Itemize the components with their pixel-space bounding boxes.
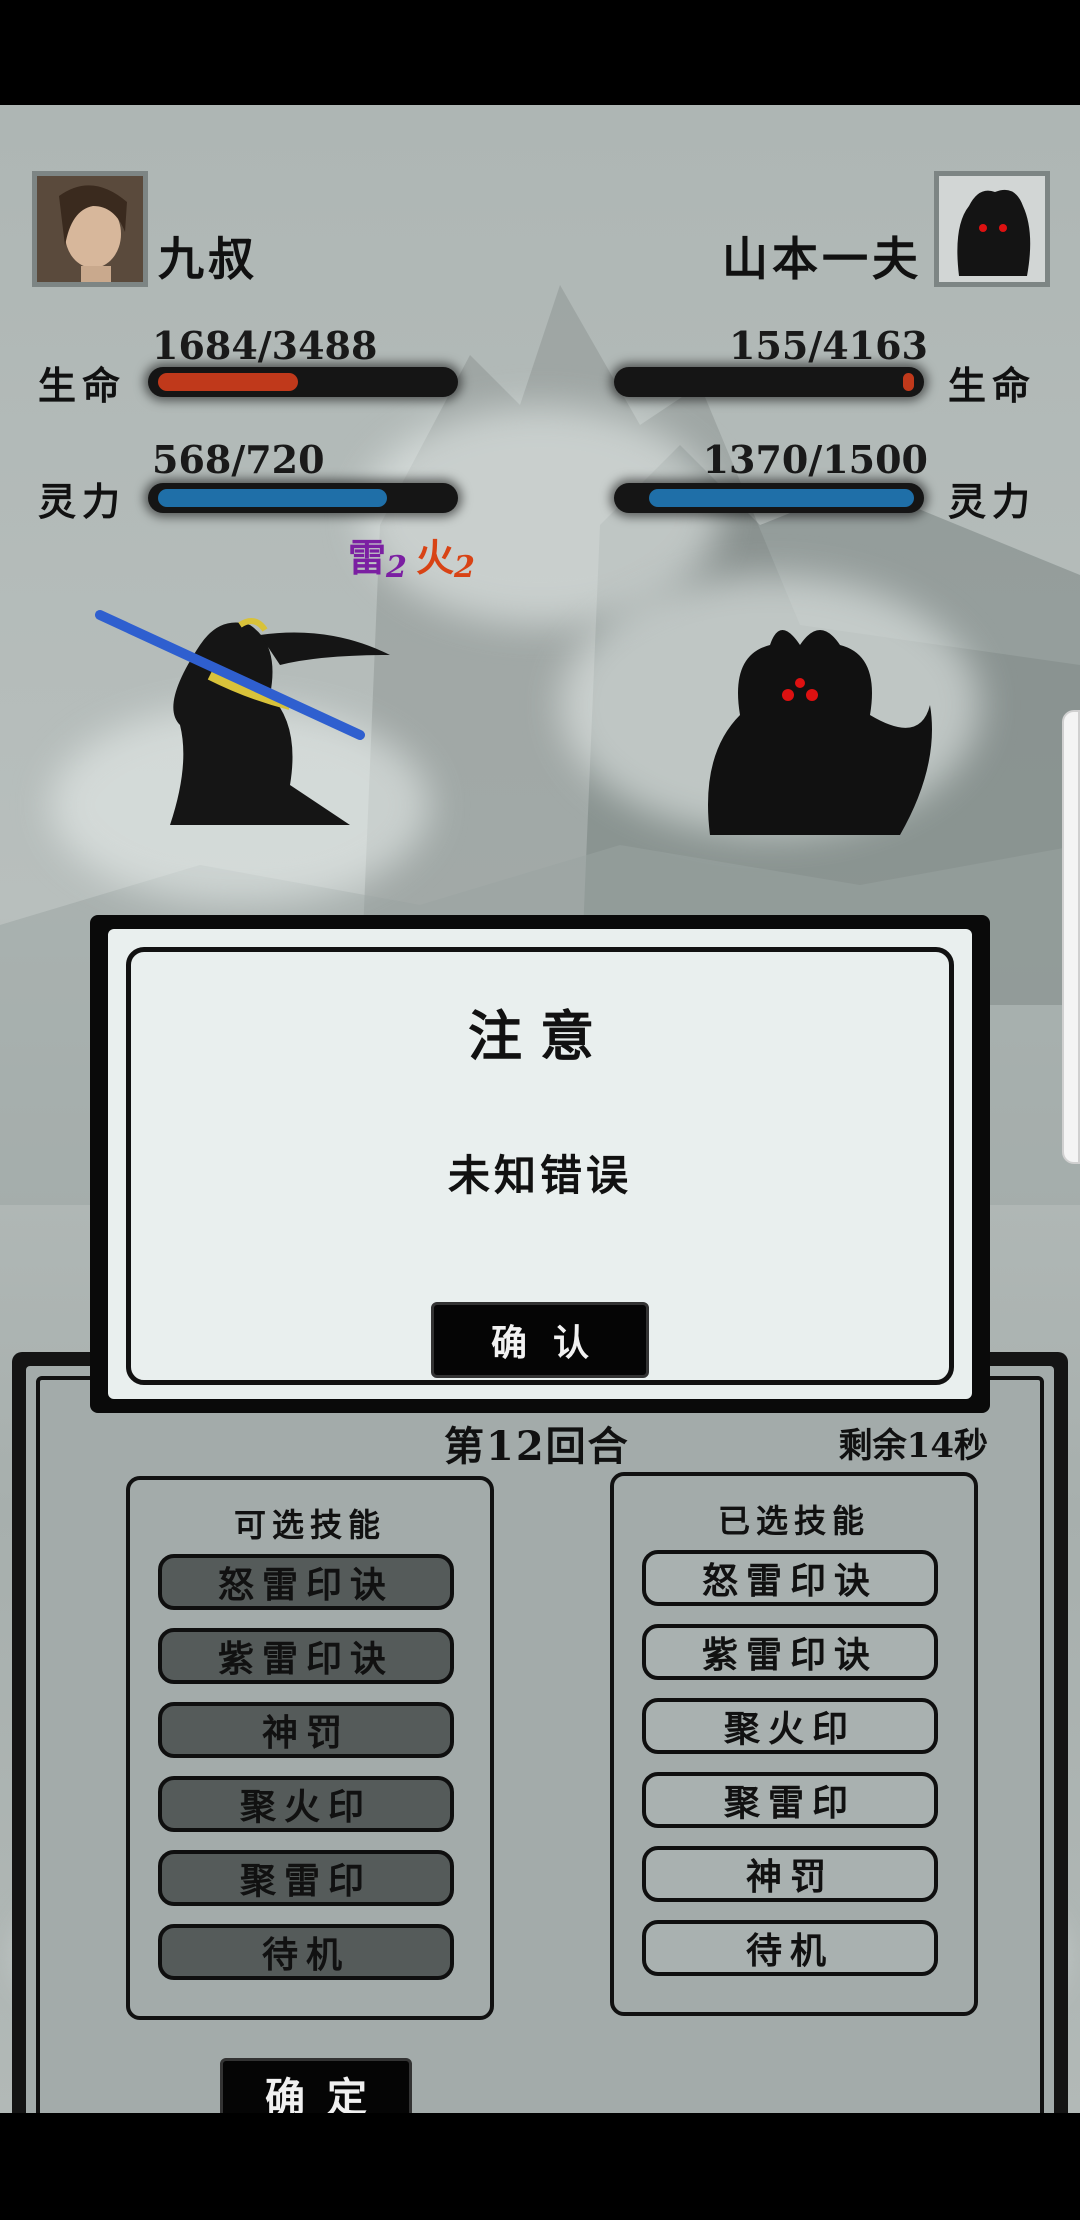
player-mp-bar bbox=[148, 483, 458, 513]
enemy-mp-bar bbox=[614, 483, 924, 513]
enemy-mp-label: 灵力 bbox=[948, 479, 1037, 524]
player-portrait[interactable] bbox=[32, 171, 148, 287]
alert-dialog-body: 注意 未知错误 确认 bbox=[108, 929, 972, 1399]
player-name: 九叔 bbox=[158, 232, 258, 286]
available-skills-box: 可选技能 怒雷印诀 紫雷印诀 神罚 聚火印 聚雷印 待机 bbox=[126, 1476, 494, 2020]
demon-portrait-icon bbox=[939, 176, 1045, 282]
enemy-portrait[interactable] bbox=[934, 171, 1050, 287]
available-skill-item[interactable]: 神罚 bbox=[158, 1702, 454, 1758]
alert-dialog-frame: 注意 未知错误 确认 bbox=[126, 947, 954, 1385]
enemy-hp-label: 生命 bbox=[948, 363, 1037, 408]
status-fire-tag: 火2 bbox=[416, 527, 475, 585]
player-hp-label: 生命 bbox=[38, 363, 127, 408]
available-skill-item[interactable]: 待机 bbox=[158, 1924, 454, 1980]
dialog-message: 未知错误 bbox=[447, 1151, 632, 1200]
selected-skills-title: 已选技能 bbox=[717, 1502, 870, 1540]
taoist-portrait-icon bbox=[37, 176, 143, 282]
player-mp-fill bbox=[158, 489, 387, 507]
status-count: 2 bbox=[386, 550, 407, 585]
selected-skill-item[interactable]: 聚雷印 bbox=[642, 1772, 938, 1828]
available-skill-item[interactable]: 聚火印 bbox=[158, 1776, 454, 1832]
player-hp-fill bbox=[158, 373, 298, 391]
player-mp-label: 灵力 bbox=[38, 479, 127, 524]
enemy-mp-text: 1370/1500 bbox=[702, 437, 928, 482]
dialog-confirm-button[interactable]: 确认 bbox=[431, 1302, 649, 1378]
available-skill-item[interactable]: 怒雷印诀 bbox=[158, 1554, 454, 1610]
enemy-hp-fill bbox=[903, 373, 914, 391]
selected-skill-item[interactable]: 紫雷印诀 bbox=[642, 1624, 938, 1680]
skill-panel: 第12回合 剩余14秒 可选技能 怒雷印诀 紫雷印诀 神罚 聚火印 聚雷印 待机… bbox=[12, 1352, 1068, 2113]
status-thunder-tag: 雷2 bbox=[348, 527, 407, 585]
round-counter: 第12回合 bbox=[444, 1423, 630, 1470]
edge-scroll-handle[interactable] bbox=[1062, 710, 1080, 1164]
battle-scene: 九叔 山本一夫 生命 1684/3488 灵力 568/720 生命 155/4… bbox=[0, 105, 1080, 2113]
turn-timer: 剩余14秒 bbox=[838, 1426, 988, 1466]
enemy-hp-bar bbox=[614, 367, 924, 397]
selected-skill-item[interactable]: 神罚 bbox=[642, 1846, 938, 1902]
dialog-title: 注意 bbox=[468, 1004, 612, 1068]
selected-skills-box: 已选技能 怒雷印诀 紫雷印诀 聚火印 聚雷印 神罚 待机 bbox=[610, 1472, 978, 2016]
enemy-character bbox=[708, 630, 932, 835]
selected-skill-item[interactable]: 聚火印 bbox=[642, 1698, 938, 1754]
available-skills-title: 可选技能 bbox=[233, 1506, 386, 1544]
confirm-skills-button[interactable]: 确定 bbox=[220, 2058, 412, 2113]
available-skill-item[interactable]: 聚雷印 bbox=[158, 1850, 454, 1906]
selected-skill-item[interactable]: 怒雷印诀 bbox=[642, 1550, 938, 1606]
enemy-mp-fill bbox=[649, 489, 914, 507]
enemy-name: 山本一夫 bbox=[722, 232, 922, 286]
status-element: 火 bbox=[416, 535, 455, 580]
status-count: 2 bbox=[454, 550, 475, 585]
status-element: 雷 bbox=[348, 535, 387, 580]
selected-skill-item[interactable]: 待机 bbox=[642, 1920, 938, 1976]
available-skill-item[interactable]: 紫雷印诀 bbox=[158, 1628, 454, 1684]
enemy-hp-text: 155/4163 bbox=[729, 323, 928, 368]
player-mp-text: 568/720 bbox=[152, 437, 325, 482]
skill-panel-inner: 第12回合 剩余14秒 可选技能 怒雷印诀 紫雷印诀 神罚 聚火印 聚雷印 待机… bbox=[26, 1366, 1054, 2113]
alert-dialog: 注意 未知错误 确认 bbox=[90, 915, 990, 1413]
player-character bbox=[95, 610, 390, 825]
player-hp-text: 1684/3488 bbox=[152, 323, 378, 368]
player-hp-bar bbox=[148, 367, 458, 397]
